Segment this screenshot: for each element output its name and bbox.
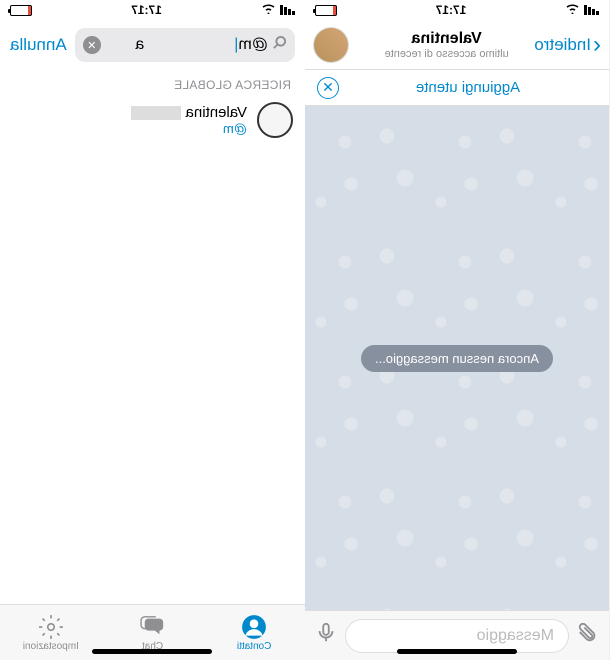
person-icon — [241, 614, 267, 640]
cellular-signal-icon — [584, 5, 599, 15]
chat-messages-area[interactable]: Ancora nessun messaggio... — [305, 106, 609, 610]
message-input[interactable]: Messaggio — [345, 619, 569, 653]
tab-settings[interactable]: Impostazioni — [0, 605, 102, 660]
chevron-left-icon: ‹ — [593, 31, 601, 59]
clear-icon[interactable]: ✕ — [83, 36, 101, 54]
tab-label: Impostazioni — [23, 641, 79, 652]
gear-icon — [38, 614, 64, 640]
chat-last-seen: ultimo accesso di recente — [349, 48, 544, 60]
search-query: @m|a — [101, 36, 268, 54]
battery-icon — [10, 5, 32, 16]
cellular-signal-icon — [280, 5, 295, 15]
search-input[interactable]: @m|a ✕ — [75, 28, 295, 62]
back-button[interactable]: ‹ Indietro — [534, 31, 601, 59]
result-name: Valentina — [12, 104, 247, 121]
battery-icon — [315, 5, 337, 16]
search-header: @m|a ✕ Annulla — [0, 20, 305, 70]
clock: 17:17 — [436, 3, 467, 17]
attachment-icon[interactable] — [577, 622, 599, 650]
result-handle: @m — [12, 121, 247, 136]
microphone-icon[interactable] — [315, 622, 337, 650]
cancel-button[interactable]: Annulla — [10, 35, 67, 55]
message-placeholder: Messaggio — [477, 627, 554, 645]
redacted-text — [131, 106, 181, 120]
chat-title-area[interactable]: Valentina ultimo accesso di recente — [349, 30, 544, 60]
tab-contacts[interactable]: Contatti — [203, 605, 305, 660]
contacts-search-screen: 17:17 @m|a ✕ Annulla RICERCA GLOBALE Val… — [0, 0, 305, 660]
search-result-row[interactable]: Valentina @m — [0, 96, 305, 144]
tab-label: Contatti — [237, 641, 271, 652]
wifi-icon — [261, 3, 276, 17]
home-indicator[interactable] — [397, 649, 517, 654]
close-icon[interactable]: ✕ — [317, 77, 339, 99]
no-messages-pill: Ancora nessun messaggio... — [361, 345, 553, 372]
avatar — [257, 102, 293, 138]
home-indicator[interactable] — [93, 649, 213, 654]
search-results[interactable]: Valentina @m — [0, 96, 305, 604]
search-icon — [272, 35, 287, 55]
status-bar: 17:17 — [305, 0, 609, 20]
status-bar: 17:17 — [0, 0, 305, 20]
section-header: RICERCA GLOBALE — [0, 70, 305, 96]
clock: 17:17 — [131, 3, 162, 17]
add-user-banner: Aggiungi utente ✕ — [305, 70, 609, 106]
chat-header: ‹ Indietro Valentina ultimo accesso di r… — [305, 20, 609, 70]
chat-screen: 17:17 ‹ Indietro Valentina ultimo access… — [305, 0, 610, 660]
add-user-button[interactable]: Aggiungi utente — [339, 79, 597, 96]
wifi-icon — [565, 3, 580, 17]
avatar[interactable] — [313, 27, 349, 63]
chat-bubble-icon — [140, 614, 166, 640]
chat-contact-name: Valentina — [349, 30, 544, 48]
